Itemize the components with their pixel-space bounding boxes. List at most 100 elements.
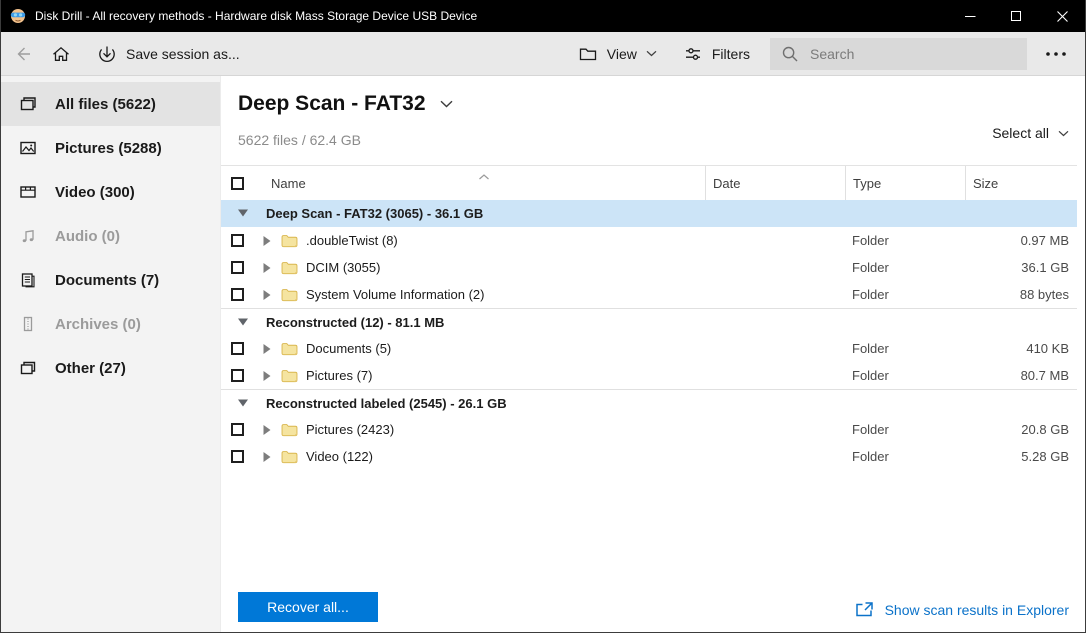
save-session-button[interactable]: Save session as... (91, 32, 246, 76)
collapse-triangle-icon[interactable] (238, 209, 248, 217)
chevron-down-icon (1058, 130, 1069, 136)
sidebar-item-audio[interactable]: Audio (0) (1, 214, 220, 258)
view-button[interactable]: View (572, 32, 663, 76)
select-all-label: Select all (992, 125, 1049, 141)
sidebar-item-other[interactable]: Other (27) (1, 346, 220, 390)
file-name: System Volume Information (2) (306, 287, 485, 302)
sort-ascending-icon (479, 168, 490, 183)
expand-triangle-icon[interactable] (263, 289, 281, 300)
sidebar-item-pictures[interactable]: Pictures (5288) (1, 126, 220, 170)
back-icon[interactable] (13, 44, 33, 64)
filters-label: Filters (711, 45, 750, 62)
column-header-size[interactable]: Size (965, 166, 1077, 200)
file-name: Video (122) (306, 449, 373, 464)
documents-icon (18, 270, 38, 290)
table-row[interactable]: Documents (5) Folder 410 KB (221, 335, 1077, 362)
row-checkbox[interactable] (231, 234, 244, 247)
file-type: Folder (852, 287, 889, 302)
row-checkbox[interactable] (231, 342, 244, 355)
maximize-button[interactable] (993, 0, 1039, 32)
other-icon (18, 358, 38, 378)
file-size: 5.28 GB (1021, 449, 1069, 464)
file-size: 88 bytes (1019, 287, 1069, 302)
file-name: Pictures (2423) (306, 422, 395, 437)
titlebar: Disk Drill - All recovery methods - Hard… (1, 0, 1085, 32)
table-row[interactable]: DCIM (3055) Folder 36.1 GB (221, 254, 1077, 281)
sidebar-item-label: Other (27) (55, 359, 126, 377)
view-label: View (606, 45, 637, 62)
file-type: Folder (852, 368, 889, 383)
pictures-icon (18, 138, 38, 158)
file-type: Folder (852, 341, 889, 356)
file-size: 80.7 MB (1020, 368, 1069, 383)
search-box[interactable] (770, 37, 1027, 70)
more-options-button[interactable] (1039, 47, 1073, 61)
file-type: Folder (852, 233, 889, 248)
row-checkbox[interactable] (231, 369, 244, 382)
row-checkbox[interactable] (231, 288, 244, 301)
column-header-name[interactable]: Name (263, 166, 705, 200)
group-row[interactable]: Reconstructed labeled (2545) - 26.1 GB (221, 389, 1077, 416)
open-in-explorer-icon (855, 601, 874, 618)
collapse-triangle-icon[interactable] (238, 399, 248, 407)
expand-triangle-icon[interactable] (263, 451, 281, 462)
home-icon[interactable] (51, 44, 71, 64)
group-row[interactable]: Reconstructed (12) - 81.1 MB (221, 308, 1077, 335)
page-title: Deep Scan - FAT32 (238, 92, 426, 115)
table-row[interactable]: System Volume Information (2) Folder 88 by… (221, 281, 1077, 308)
folder-icon (281, 369, 303, 383)
table-row[interactable]: Pictures (7) Folder 80.7 MB (221, 362, 1077, 389)
sidebar-item-label: Video (300) (55, 183, 135, 201)
archives-icon (18, 314, 38, 334)
header-checkbox[interactable] (231, 176, 244, 190)
toolbar: Save session as... View Filters (1, 32, 1085, 76)
group-row[interactable]: Deep Scan - FAT32 (3065) - 36.1 GB (221, 200, 1077, 227)
sidebar-item-archives[interactable]: Archives (0) (1, 302, 220, 346)
disk-drill-window: Disk Drill - All recovery methods - Hard… (0, 0, 1086, 633)
table-row[interactable]: .doubleTwist (8) Folder 0.97 MB (221, 227, 1077, 254)
explorer-link-label: Show scan results in Explorer (884, 601, 1069, 618)
group-label: Deep Scan - FAT32 (3065) - 36.1 GB (266, 206, 484, 221)
filters-button[interactable]: Filters (677, 32, 756, 76)
row-checkbox[interactable] (231, 261, 244, 274)
sidebar-item-label: Documents (7) (55, 271, 160, 289)
column-header-type[interactable]: Type (845, 166, 965, 200)
expand-triangle-icon[interactable] (263, 370, 281, 381)
table-row[interactable]: Video (122) Folder 5.28 GB (221, 443, 1077, 470)
search-input[interactable] (808, 44, 998, 63)
recover-all-button[interactable]: Recover all... (238, 592, 378, 622)
row-checkbox[interactable] (231, 423, 244, 436)
minimize-button[interactable] (947, 0, 993, 32)
scan-summary: 5622 files / 62.4 GB (238, 132, 361, 148)
select-all-dropdown[interactable]: Select all (992, 125, 1069, 141)
main-header: Deep Scan - FAT32 5622 files / 62.4 GB S… (221, 76, 1085, 165)
file-table: Name Date Type Size Deep Scan - FAT32 (3… (221, 165, 1077, 470)
sidebar-item-documents[interactable]: Documents (7) (1, 258, 220, 302)
audio-icon (18, 226, 38, 246)
search-icon (781, 45, 799, 63)
collapse-triangle-icon[interactable] (238, 318, 248, 326)
file-size: 36.1 GB (1021, 260, 1069, 275)
expand-triangle-icon[interactable] (263, 262, 281, 273)
show-in-explorer-link[interactable]: Show scan results in Explorer (855, 601, 1069, 618)
expand-triangle-icon[interactable] (263, 235, 281, 246)
sidebar-item-label: Audio (0) (55, 227, 120, 245)
row-checkbox[interactable] (231, 450, 244, 463)
save-session-label: Save session as... (126, 45, 240, 62)
sidebar-item-video[interactable]: Video (300) (1, 170, 220, 214)
table-row[interactable]: Pictures (2423) Folder 20.8 GB (221, 416, 1077, 443)
sidebar-item-all-files[interactable]: All files (5622) (1, 82, 220, 126)
file-name: .doubleTwist (8) (306, 233, 398, 248)
app-logo-icon (10, 8, 26, 24)
scan-title-dropdown[interactable]: Deep Scan - FAT32 (238, 92, 453, 116)
group-label: Reconstructed labeled (2545) - 26.1 GB (266, 395, 507, 411)
file-type: Folder (852, 449, 889, 464)
close-button[interactable] (1039, 0, 1085, 32)
expand-triangle-icon[interactable] (263, 424, 281, 435)
folder-icon (281, 423, 303, 437)
main-panel: Deep Scan - FAT32 5622 files / 62.4 GB S… (221, 76, 1085, 632)
expand-triangle-icon[interactable] (263, 343, 281, 354)
all-files-icon (18, 94, 38, 114)
column-header-date[interactable]: Date (705, 166, 845, 200)
file-table-body: Deep Scan - FAT32 (3065) - 36.1 GB .doubl… (221, 200, 1077, 470)
